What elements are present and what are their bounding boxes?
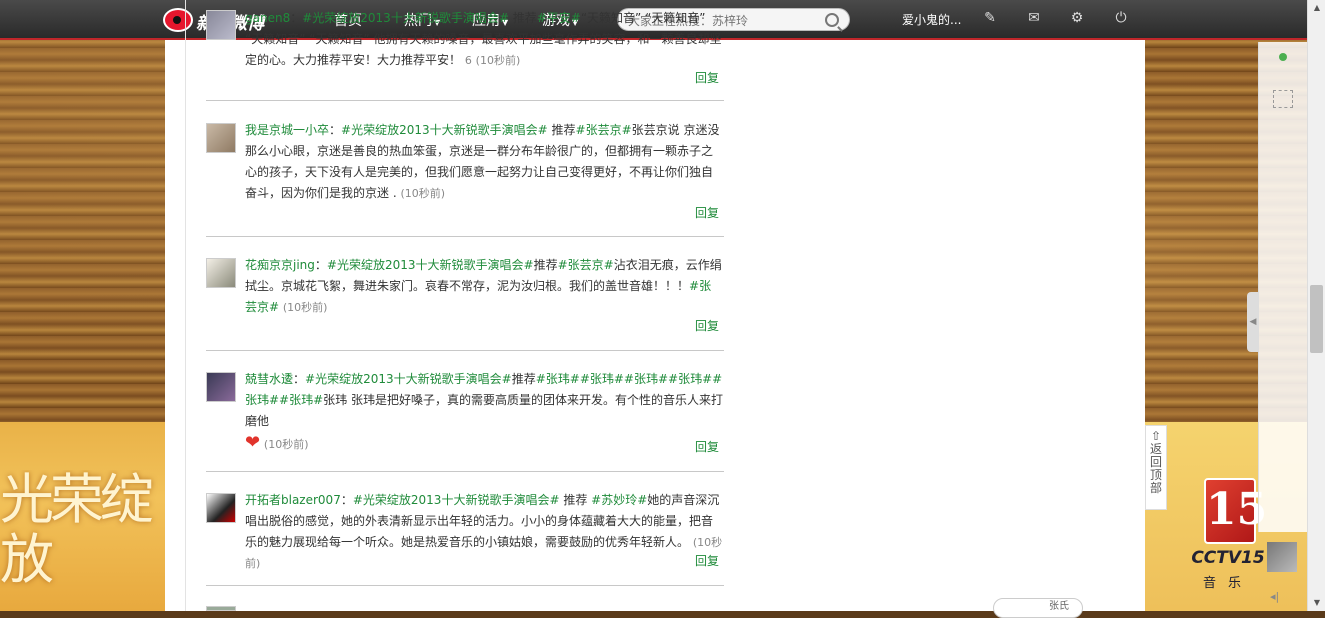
separator: ： [290, 11, 303, 25]
cctv15-number: 15 [1204, 478, 1267, 544]
thumbnail-image[interactable] [1267, 542, 1297, 572]
mail-icon[interactable]: ✉ [1026, 10, 1042, 26]
avatar[interactable] [206, 258, 236, 288]
author-link[interactable]: 花痴京京jing [245, 258, 315, 272]
timestamp: (10秒前) [400, 187, 446, 200]
topic-link[interactable]: #光荣绽放2013十大新锐歌手演唱会# [341, 123, 548, 137]
reply-link[interactable]: 回复 [695, 552, 719, 569]
scroll-up-icon[interactable]: ▲ [1312, 3, 1322, 13]
back-to-top-label: 返回顶部 [1150, 442, 1163, 495]
comment-verb: 推荐 [533, 258, 558, 272]
author-link[interactable]: 开拓者blazer007 [245, 493, 341, 507]
topic-link[interactable]: #光荣绽放2013十大新锐歌手演唱会# [302, 11, 509, 25]
online-status-icon [1279, 53, 1287, 61]
heart-icon: ❤ [245, 432, 261, 453]
comment-verb: 推荐 [508, 11, 537, 25]
avatar[interactable] [206, 372, 236, 402]
comment-text: 开拓者blazer007：#光荣绽放2013十大新锐歌手演唱会# 推荐 #苏妙玲… [245, 490, 723, 574]
comment-item: 开拓者blazer007：#光荣绽放2013十大新锐歌手演唱会# 推荐 #苏妙玲… [206, 472, 724, 586]
comment-verb: 推荐 [511, 372, 536, 386]
calligraphy-banner: 光荣绽放 [0, 470, 154, 591]
comment-feed: ganen8：#光荣绽放2013十大新锐歌手演唱会# 推荐#平安#“天籁知音” … [185, 0, 744, 611]
tag-link[interactable]: #张芸京# [576, 123, 632, 137]
timestamp: (10秒前) [282, 301, 328, 314]
cctv15-subtitle: 音乐 [1202, 576, 1253, 591]
tag-link[interactable]: #张芸京# [558, 258, 614, 272]
search-icon[interactable] [825, 13, 839, 27]
avatar[interactable] [206, 10, 236, 40]
comment-item: 我是京城一小卒：#光荣绽放2013十大新锐歌手演唱会# 推荐#张芸京#张芸京说 … [206, 101, 724, 237]
tag-link[interactable]: #苏妙玲# [591, 493, 647, 507]
gear-icon[interactable]: ⚙ [1069, 10, 1085, 26]
comment-verb: 推荐 [547, 123, 576, 137]
like-count: 6 [464, 54, 472, 67]
cctv15-title: CCTV15 [1191, 548, 1265, 568]
tag-link[interactable]: #平安# [537, 11, 581, 25]
comment-item: 兢彗水逶：#光荣绽放2013十大新锐歌手演唱会#推荐#张玮##张玮##张玮##张… [206, 351, 724, 472]
scroll-down-icon[interactable]: ▼ [1312, 598, 1322, 608]
comment-text: ganen8：#光荣绽放2013十大新锐歌手演唱会# 推荐#平安#“天籁知音” … [245, 8, 723, 71]
vertical-scrollbar[interactable]: ▲ ▼ [1307, 0, 1325, 611]
separator: ： [329, 123, 342, 137]
screenshot-icon[interactable] [1273, 90, 1293, 108]
comment-text: 我是京城一小卒：#光荣绽放2013十大新锐歌手演唱会# 推荐#张芸京#张芸京说 … [245, 120, 723, 204]
bottom-widget[interactable]: 张氏 [993, 598, 1083, 618]
edit-icon[interactable]: ✎ [982, 10, 998, 26]
main-panel: ganen8：#光荣绽放2013十大新锐歌手演唱会# 推荐#平安#“天籁知音” … [165, 0, 1145, 611]
reply-link[interactable]: 回复 [695, 317, 719, 334]
separator: ： [293, 372, 306, 386]
reply-link[interactable]: 回复 [695, 204, 719, 221]
topic-link[interactable]: #光荣绽放2013十大新锐歌手演唱会# [327, 258, 534, 272]
back-to-top-button[interactable]: ⇧ 返回顶部 [1145, 425, 1167, 510]
right-side-panel: ◀ [1247, 42, 1308, 532]
timestamp: (10秒前) [263, 438, 309, 451]
avatar[interactable] [206, 606, 236, 611]
avatar[interactable] [206, 123, 236, 153]
author-link[interactable]: ganen8 [245, 11, 290, 25]
topic-link[interactable]: #光荣绽放2013十大新锐歌手演唱会# [353, 493, 560, 507]
scrollbar-thumb[interactable] [1310, 285, 1323, 353]
timestamp: (10秒前) [475, 54, 521, 67]
reply-link[interactable]: 回复 [695, 69, 719, 86]
power-icon[interactable]: ⏻ [1113, 10, 1129, 26]
avatar[interactable] [206, 493, 236, 523]
comment-text: 兢彗水逶：#光荣绽放2013十大新锐歌手演唱会#推荐#张玮##张玮##张玮##张… [245, 369, 723, 455]
username-link[interactable]: 爱小鬼的... [902, 11, 961, 28]
comment-text: 花痴京京jing：#光荣绽放2013十大新锐歌手演唱会#推荐#张芸京#沾衣泪无痕… [245, 255, 723, 318]
comment-item: ganen8：#光荣绽放2013十大新锐歌手演唱会# 推荐#平安#“天籁知音” … [206, 0, 724, 101]
collapse-icon[interactable]: ◂| [1270, 590, 1279, 603]
comment-verb: 推荐 [559, 493, 592, 507]
author-link[interactable]: 兢彗水逶 [245, 372, 293, 386]
separator: ： [314, 258, 327, 272]
separator: ： [340, 493, 353, 507]
panel-toggle-icon[interactable]: ◀ [1247, 292, 1259, 352]
author-link[interactable]: 我是京城一小卒 [245, 123, 329, 137]
reply-link[interactable]: 回复 [695, 438, 719, 455]
comment-item: 花痴京京jing：#光荣绽放2013十大新锐歌手演唱会#推荐#张芸京#沾衣泪无痕… [206, 237, 724, 351]
topic-link[interactable]: #光荣绽放2013十大新锐歌手演唱会# [305, 372, 512, 386]
